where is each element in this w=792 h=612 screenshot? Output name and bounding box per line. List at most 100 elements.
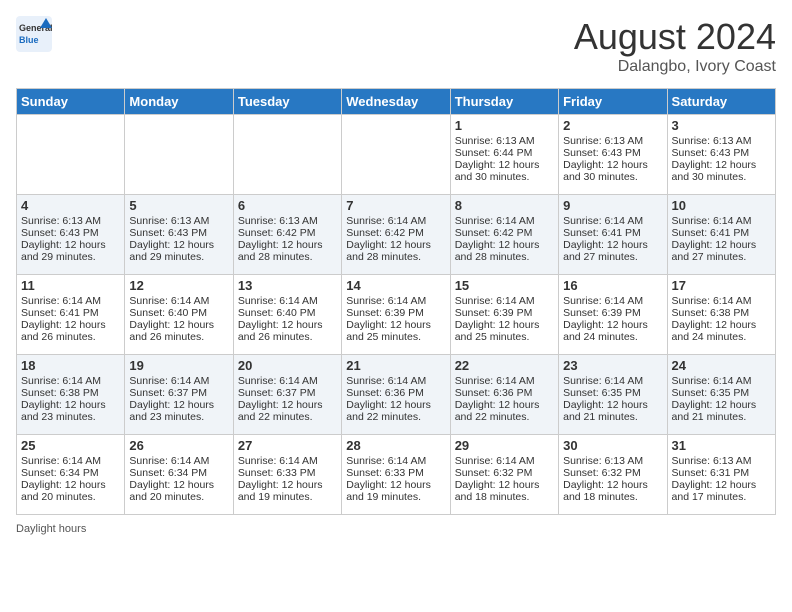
calendar-cell: 24 Sunrise: 6:14 AMSunset: 6:35 PMDayligh…: [667, 355, 775, 435]
calendar-cell: 30Sunrise: 6:13 AMSunset: 6:32 PMDayligh…: [559, 435, 667, 515]
day-info: Sunrise: 6:14 AM: [672, 295, 771, 307]
day-info: Sunset: 6:43 PM: [672, 147, 771, 159]
day-info: Sunrise: 6:14 AM: [672, 375, 771, 387]
calendar-cell: 6Sunrise: 6:13 AMSunset: 6:42 PMDaylight…: [233, 195, 341, 275]
day-info: Daylight: 12 hours and 28 minutes.: [455, 239, 554, 263]
day-number: 27: [238, 438, 337, 453]
day-info: Daylight: 12 hours and 27 minutes.: [672, 239, 771, 263]
day-number: 19: [129, 358, 228, 373]
calendar-cell: 16Sunrise: 6:14 AMSunset: 6:39 PMDayligh…: [559, 275, 667, 355]
day-info: Sunrise: 6:14 AM: [129, 295, 228, 307]
day-number: 29: [455, 438, 554, 453]
day-info: Daylight: 12 hours and 28 minutes.: [346, 239, 445, 263]
day-number: 4: [21, 198, 120, 213]
day-info: Sunset: 6:43 PM: [563, 147, 662, 159]
title-block: August 2024 Dalangbo, Ivory Coast: [574, 16, 776, 76]
day-info: Sunrise: 6:14 AM: [563, 215, 662, 227]
day-info: Daylight: 12 hours and 29 minutes.: [21, 239, 120, 263]
day-info: Sunset: 6:34 PM: [21, 467, 120, 479]
day-info: Sunset: 6:32 PM: [563, 467, 662, 479]
day-info: Sunset: 6:43 PM: [129, 227, 228, 239]
logo-icon: General Blue: [16, 16, 52, 52]
day-number: 28: [346, 438, 445, 453]
day-info: Sunrise: 6:13 AM: [672, 455, 771, 467]
day-number: 25: [21, 438, 120, 453]
location-title: Dalangbo, Ivory Coast: [574, 58, 776, 76]
day-info: Daylight: 12 hours and 22 minutes.: [238, 399, 337, 423]
day-number: 8: [455, 198, 554, 213]
calendar-header-row: SundayMondayTuesdayWednesdayThursdayFrid…: [17, 89, 776, 115]
calendar-cell: 4Sunrise: 6:13 AMSunset: 6:43 PMDaylight…: [17, 195, 125, 275]
day-info: Sunrise: 6:14 AM: [129, 455, 228, 467]
calendar-cell: 7Sunrise: 6:14 AMSunset: 6:42 PMDaylight…: [342, 195, 450, 275]
day-info: Sunrise: 6:14 AM: [346, 295, 445, 307]
calendar-day-header: Monday: [125, 89, 233, 115]
day-number: 9: [563, 198, 662, 213]
calendar-cell: 15Sunrise: 6:14 AMSunset: 6:39 PMDayligh…: [450, 275, 558, 355]
day-number: 20: [238, 358, 337, 373]
calendar-cell: 5Sunrise: 6:13 AMSunset: 6:43 PMDaylight…: [125, 195, 233, 275]
day-info: Sunset: 6:41 PM: [563, 227, 662, 239]
day-info: Sunrise: 6:13 AM: [129, 215, 228, 227]
day-info: Daylight: 12 hours and 28 minutes.: [238, 239, 337, 263]
calendar-cell: 31 Sunrise: 6:13 AMSunset: 6:31 PMDayligh…: [667, 435, 775, 515]
calendar-cell: 29Sunrise: 6:14 AMSunset: 6:32 PMDayligh…: [450, 435, 558, 515]
daylight-label: Daylight hours: [16, 523, 86, 535]
day-info: Sunset: 6:34 PM: [129, 467, 228, 479]
day-info: Sunset: 6:31 PM: [672, 467, 771, 479]
day-info: Sunrise: 6:13 AM: [672, 135, 771, 147]
day-info: Sunset: 6:35 PM: [672, 387, 771, 399]
day-info: Daylight: 12 hours and 29 minutes.: [129, 239, 228, 263]
calendar-cell: 19Sunrise: 6:14 AMSunset: 6:37 PMDayligh…: [125, 355, 233, 435]
day-number: 31: [672, 438, 771, 453]
calendar-cell: 23Sunrise: 6:14 AMSunset: 6:35 PMDayligh…: [559, 355, 667, 435]
calendar-cell: 26Sunrise: 6:14 AMSunset: 6:34 PMDayligh…: [125, 435, 233, 515]
day-info: Sunset: 6:41 PM: [21, 307, 120, 319]
month-title: August 2024: [574, 16, 776, 58]
day-info: Sunrise: 6:14 AM: [346, 215, 445, 227]
day-info: Daylight: 12 hours and 30 minutes.: [455, 159, 554, 183]
calendar-day-header: Thursday: [450, 89, 558, 115]
day-info: Sunset: 6:40 PM: [129, 307, 228, 319]
day-number: 6: [238, 198, 337, 213]
day-info: Sunset: 6:39 PM: [563, 307, 662, 319]
day-info: Sunset: 6:44 PM: [455, 147, 554, 159]
day-info: Sunrise: 6:14 AM: [346, 455, 445, 467]
day-info: Sunset: 6:37 PM: [129, 387, 228, 399]
day-info: Sunset: 6:39 PM: [346, 307, 445, 319]
day-number: 15: [455, 278, 554, 293]
calendar-cell: 27Sunrise: 6:14 AMSunset: 6:33 PMDayligh…: [233, 435, 341, 515]
calendar-cell: 10Sunrise: 6:14 AMSunset: 6:41 PMDayligh…: [667, 195, 775, 275]
calendar-day-header: Wednesday: [342, 89, 450, 115]
day-info: Daylight: 12 hours and 24 minutes.: [563, 319, 662, 343]
day-info: Sunrise: 6:14 AM: [21, 455, 120, 467]
day-info: Daylight: 12 hours and 27 minutes.: [563, 239, 662, 263]
day-number: 2: [563, 118, 662, 133]
day-info: Sunset: 6:33 PM: [346, 467, 445, 479]
calendar-cell: 12 Sunrise: 6:14 AMSunset: 6:40 PMDayligh…: [125, 275, 233, 355]
calendar-week-row: 25Sunrise: 6:14 AMSunset: 6:34 PMDayligh…: [17, 435, 776, 515]
calendar-week-row: 11Sunrise: 6:14 AMSunset: 6:41 PMDayligh…: [17, 275, 776, 355]
day-info: Daylight: 12 hours and 18 minutes.: [455, 479, 554, 503]
day-info: Sunrise: 6:14 AM: [129, 375, 228, 387]
day-info: Sunrise: 6:14 AM: [21, 375, 120, 387]
day-number: 14: [346, 278, 445, 293]
calendar-cell: 11Sunrise: 6:14 AMSunset: 6:41 PMDayligh…: [17, 275, 125, 355]
day-number: 24: [672, 358, 771, 373]
day-info: Daylight: 12 hours and 17 minutes.: [672, 479, 771, 503]
day-info: Sunset: 6:36 PM: [346, 387, 445, 399]
day-info: Daylight: 12 hours and 21 minutes.: [672, 399, 771, 423]
calendar-table: SundayMondayTuesdayWednesdayThursdayFrid…: [16, 88, 776, 515]
calendar-cell: [233, 115, 341, 195]
day-info: Sunrise: 6:14 AM: [238, 455, 337, 467]
day-info: Daylight: 12 hours and 30 minutes.: [672, 159, 771, 183]
day-info: Daylight: 12 hours and 26 minutes.: [129, 319, 228, 343]
day-number: 12: [129, 278, 228, 293]
day-info: Sunrise: 6:14 AM: [455, 375, 554, 387]
day-info: Sunrise: 6:13 AM: [563, 135, 662, 147]
calendar-cell: 9 Sunrise: 6:14 AMSunset: 6:41 PMDaylight…: [559, 195, 667, 275]
day-info: Daylight: 12 hours and 22 minutes.: [455, 399, 554, 423]
day-info: Daylight: 12 hours and 18 minutes.: [563, 479, 662, 503]
calendar-cell: 13Sunrise: 6:14 AMSunset: 6:40 PMDayligh…: [233, 275, 341, 355]
day-info: Sunset: 6:38 PM: [672, 307, 771, 319]
